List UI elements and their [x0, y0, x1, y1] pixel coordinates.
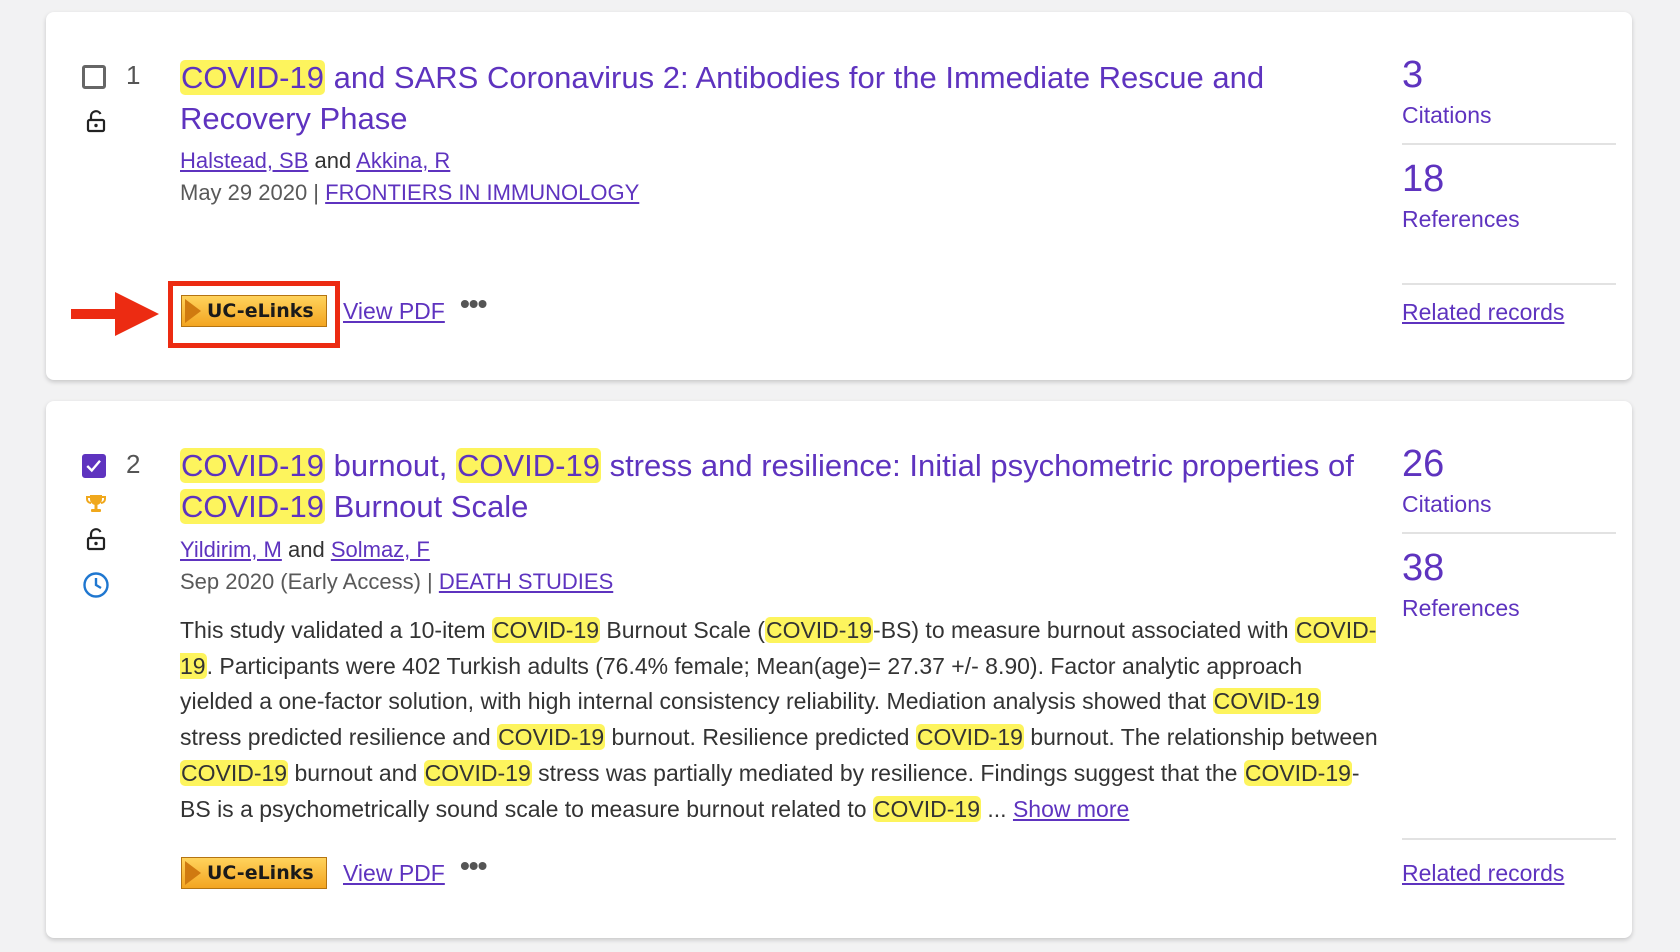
references-count[interactable]: 18: [1402, 158, 1444, 201]
authors: Yildirim, M and Solmaz, F: [180, 537, 430, 562]
references-count[interactable]: 38: [1402, 547, 1444, 590]
publication-date: May 29 2020 |: [180, 180, 320, 205]
search-term-highlight: COVID-19: [180, 489, 325, 524]
select-checkbox[interactable]: [82, 454, 106, 478]
search-term-highlight: COVID-19: [455, 448, 601, 483]
author-link[interactable]: Akkina, R: [356, 148, 450, 173]
author-link[interactable]: Yildirim, M: [180, 537, 282, 562]
divider: [1402, 838, 1616, 840]
lock-open-icon: [86, 528, 106, 551]
publication-meta: Sep 2020 (Early Access) | DEATH STUDIES: [180, 569, 613, 595]
view-pdf-link[interactable]: View PDF: [343, 860, 445, 887]
citations-count[interactable]: 3: [1402, 54, 1423, 97]
text-segment: Burnout Scale: [324, 489, 529, 524]
search-term-highlight: COVID-19: [915, 724, 1024, 751]
publication-meta: May 29 2020 | FRONTIERS IN IMMUNOLOGY: [180, 180, 639, 206]
text-segment: burnout. Resilience predicted: [605, 724, 916, 751]
show-more-link[interactable]: Show more: [1013, 796, 1129, 822]
text-segment: stress predicted resilience and: [180, 724, 498, 751]
search-term-highlight: COVID-19: [497, 724, 606, 751]
author-link[interactable]: Solmaz, F: [331, 537, 430, 562]
clock-icon: [83, 572, 109, 598]
uc-elinks-button[interactable]: UC-eLinks: [181, 857, 327, 889]
result-card: 2 COVID-19 burnout, COVID-19 stress and …: [46, 401, 1632, 938]
abstract: This study validated a 10-item COVID-19 …: [180, 613, 1380, 827]
play-icon: [185, 861, 201, 885]
divider: [1402, 532, 1616, 534]
citations-label[interactable]: Citations: [1402, 491, 1491, 518]
search-term-highlight: COVID-19: [764, 617, 874, 643]
text-segment: -BS) to measure burnout associated with: [873, 617, 1295, 643]
search-term-highlight: COVID-19: [491, 617, 601, 643]
view-pdf-link[interactable]: View PDF: [343, 298, 445, 325]
author-link[interactable]: Halstead, SB: [180, 148, 308, 173]
text-segment: burnout. The relationship between: [1023, 724, 1378, 751]
search-term-highlight: COVID-19: [180, 60, 325, 95]
lock-open-icon: [86, 110, 106, 133]
more-options-icon[interactable]: •••: [460, 288, 487, 320]
check-icon: [86, 459, 101, 473]
trophy-icon: [86, 495, 106, 512]
result-number: 1: [126, 60, 141, 90]
text-segment: burnout,: [324, 448, 456, 483]
journal-link[interactable]: DEATH STUDIES: [439, 569, 613, 594]
red-arrow-annotation: [71, 292, 159, 336]
citations-label[interactable]: Citations: [1402, 102, 1491, 129]
text-segment: . Participants were 402 Turkish adults (…: [180, 652, 1303, 715]
text-segment: This study validated a 10-item: [180, 617, 492, 643]
search-term-highlight: COVID-19: [872, 795, 982, 822]
text-segment: and SARS Coronavirus 2: Antibodies for t…: [180, 60, 1265, 136]
references-label[interactable]: References: [1402, 206, 1520, 233]
authors: Halstead, SB and Akkina, R: [180, 148, 451, 173]
text-segment: Burnout Scale (: [600, 617, 765, 643]
citations-count[interactable]: 26: [1402, 443, 1444, 486]
text-segment: burnout and: [288, 759, 424, 786]
related-records-link[interactable]: Related records: [1402, 299, 1564, 326]
text-segment: stress and resilience: Initial psychomet…: [600, 448, 1354, 483]
text-segment: stress was partially mediated by resilie…: [531, 759, 1244, 786]
select-checkbox[interactable]: [82, 65, 106, 89]
result-number: 2: [126, 449, 141, 479]
search-term-highlight: COVID-19: [180, 448, 325, 483]
red-highlight-box: [168, 281, 340, 348]
search-term-highlight: COVID-19: [1212, 688, 1321, 715]
search-term-highlight: COVID-19: [423, 759, 532, 786]
result-title[interactable]: COVID-19 burnout, COVID-19 stress and re…: [180, 445, 1380, 527]
divider: [1402, 143, 1616, 145]
divider: [1402, 283, 1616, 285]
search-term-highlight: COVID-19: [1243, 759, 1352, 786]
more-options-icon[interactable]: •••: [460, 850, 487, 882]
result-title[interactable]: COVID-19 and SARS Coronavirus 2: Antibod…: [180, 57, 1380, 139]
text-segment: ...: [981, 795, 1013, 822]
related-records-link[interactable]: Related records: [1402, 860, 1564, 887]
references-label[interactable]: References: [1402, 595, 1520, 622]
search-term-highlight: COVID-19: [180, 759, 289, 786]
publication-date: Sep 2020 (Early Access) |: [180, 569, 433, 594]
journal-link[interactable]: FRONTIERS IN IMMUNOLOGY: [325, 180, 639, 205]
